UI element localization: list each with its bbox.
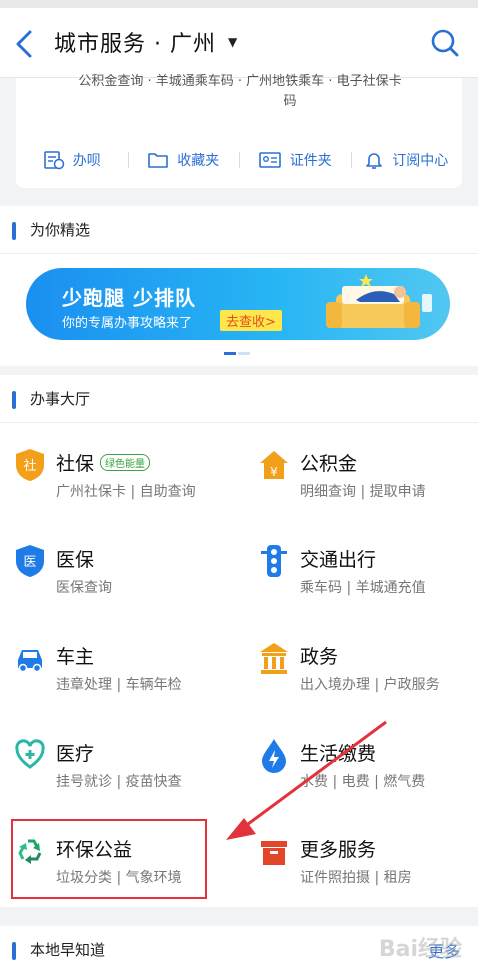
svg-text:¥: ¥ bbox=[270, 465, 278, 479]
promo-banner[interactable]: 少跑腿 少排队 你的专属办事攻略来了 去查收> bbox=[26, 268, 450, 340]
service-desc: 明细查询 | 提取申请 bbox=[300, 484, 426, 500]
banner-title: 少跑腿 少排队 bbox=[62, 286, 196, 310]
banner-button[interactable]: 去查收> bbox=[220, 310, 282, 331]
chevron-down-icon: ▼ bbox=[227, 35, 238, 49]
section-accent-bar bbox=[12, 942, 16, 960]
section-accent-bar bbox=[12, 391, 16, 409]
quick-item-label: 订阅中心 bbox=[392, 153, 449, 169]
shield-badge-icon: 社 bbox=[16, 449, 44, 481]
service-desc: 医保查询 bbox=[56, 580, 112, 596]
service-desc: 证件照拍摄 | 租房 bbox=[300, 870, 412, 886]
service-gongjijin[interactable]: ¥ 公积金 明细查询 | 提取申请 bbox=[244, 423, 474, 519]
car-icon bbox=[18, 650, 42, 673]
service-utilities[interactable]: 生活缴费 水费 | 电费 | 燃气费 bbox=[244, 713, 474, 809]
traffic-light-icon bbox=[261, 545, 287, 577]
id-card-icon bbox=[258, 152, 281, 168]
service-name: 交通出行 bbox=[300, 549, 377, 571]
service-grid: 社 社保 绿色能量 广州社保卡 | 自助查询 ¥ 公积金 明细查询 | 提取申请… bbox=[0, 423, 478, 907]
service-yibao[interactable]: 医 医保 医保查询 bbox=[0, 519, 230, 615]
quick-links: 办呗 收藏夹 证件夹 订阅中心 bbox=[16, 148, 462, 172]
section-header-picks: 为你精选 bbox=[0, 206, 478, 254]
sofa-illustration-icon bbox=[326, 274, 432, 328]
top-bar: 城市服务 · 广州 ▼ bbox=[0, 8, 478, 78]
box-icon bbox=[261, 841, 287, 865]
service-name: 生活缴费 bbox=[300, 743, 377, 765]
status-bar bbox=[0, 0, 478, 8]
house-coin-icon: ¥ bbox=[260, 451, 288, 479]
service-name: 政务 bbox=[300, 646, 339, 668]
svg-text:医: 医 bbox=[23, 555, 36, 570]
green-energy-badge: 绿色能量 bbox=[100, 454, 151, 471]
lightning-drop-icon bbox=[262, 739, 286, 773]
service-name: 医疗 bbox=[56, 743, 95, 765]
carousel-dot-active bbox=[224, 352, 236, 355]
banner-subtitle: 你的专属办事攻略来了 bbox=[62, 316, 193, 331]
section-accent-bar bbox=[12, 222, 16, 240]
service-desc: 水费 | 电费 | 燃气费 bbox=[300, 774, 426, 790]
service-car-owner[interactable]: 车主 违章处理 | 车辆年检 bbox=[0, 616, 230, 712]
section-title: 本地早知道 bbox=[30, 941, 106, 959]
government-building-icon bbox=[260, 643, 288, 674]
service-desc: 违章处理 | 车辆年检 bbox=[56, 677, 182, 693]
quick-item-subscriptions[interactable]: 订阅中心 bbox=[350, 148, 463, 172]
quick-item-banbei[interactable]: 办呗 bbox=[16, 148, 128, 172]
search-icon[interactable] bbox=[430, 28, 460, 58]
watermark: Bai经验 bbox=[378, 937, 462, 962]
section-title: 办事大厅 bbox=[30, 390, 91, 408]
service-desc: 挂号就诊 | 疫苗快查 bbox=[56, 774, 182, 790]
service-name: 医保 bbox=[56, 549, 95, 571]
service-medical[interactable]: 医疗 挂号就诊 | 疫苗快查 bbox=[0, 713, 230, 809]
back-icon[interactable] bbox=[10, 26, 40, 62]
scrolled-text-tail: 码 bbox=[283, 94, 297, 109]
service-government[interactable]: 政务 出入境办理 | 户政服务 bbox=[244, 616, 474, 712]
service-shebao[interactable]: 社 社保 绿色能量 广州社保卡 | 自助查询 bbox=[0, 423, 230, 519]
section-header-hall: 办事大厅 bbox=[0, 375, 478, 423]
highlight-box bbox=[11, 819, 207, 899]
service-traffic[interactable]: 交通出行 乘车码 | 羊城通充值 bbox=[244, 519, 474, 615]
carousel-indicator bbox=[224, 352, 252, 355]
quick-item-label: 办呗 bbox=[72, 153, 101, 169]
svg-text:社: 社 bbox=[23, 458, 36, 474]
quick-item-id-wallet[interactable]: 证件夹 bbox=[239, 148, 351, 172]
page-title: 城市服务 · 广州 bbox=[54, 32, 216, 57]
carousel-dot bbox=[238, 352, 250, 355]
service-name: 社保 绿色能量 bbox=[56, 449, 151, 476]
service-desc: 乘车码 | 羊城通充值 bbox=[300, 580, 426, 596]
service-more[interactable]: 更多服务 证件照拍摄 | 租房 bbox=[244, 809, 474, 905]
section-title: 为你精选 bbox=[30, 221, 91, 239]
bell-icon bbox=[366, 153, 383, 169]
service-name: 更多服务 bbox=[300, 839, 377, 861]
service-desc: 广州社保卡 | 自助查询 bbox=[56, 484, 196, 500]
service-name: 公积金 bbox=[300, 453, 358, 475]
service-desc: 出入境办理 | 户政服务 bbox=[300, 677, 440, 693]
service-name: 车主 bbox=[56, 646, 95, 668]
quick-item-label: 收藏夹 bbox=[177, 153, 220, 169]
quick-item-favorites[interactable]: 收藏夹 bbox=[127, 148, 240, 172]
quick-access-card: 公积金查询 · 羊城通乘车码 · 广州地铁乘车 · 电子社保卡 码 办呗 收藏夹 bbox=[16, 74, 462, 188]
banner-carousel: 少跑腿 少排队 你的专属办事攻略来了 去查收> bbox=[0, 254, 478, 366]
quick-item-label: 证件夹 bbox=[289, 153, 332, 169]
medical-shield-icon: 医 bbox=[16, 545, 44, 577]
city-selector[interactable]: 城市服务 · 广州 ▼ bbox=[54, 26, 237, 58]
scrolled-text: 公积金查询 · 羊城通乘车码 · 广州地铁乘车 · 电子社保卡 bbox=[78, 74, 402, 86]
calendar-clock-icon bbox=[43, 151, 64, 170]
stethoscope-heart-icon bbox=[15, 739, 45, 769]
folder-icon bbox=[148, 153, 169, 168]
